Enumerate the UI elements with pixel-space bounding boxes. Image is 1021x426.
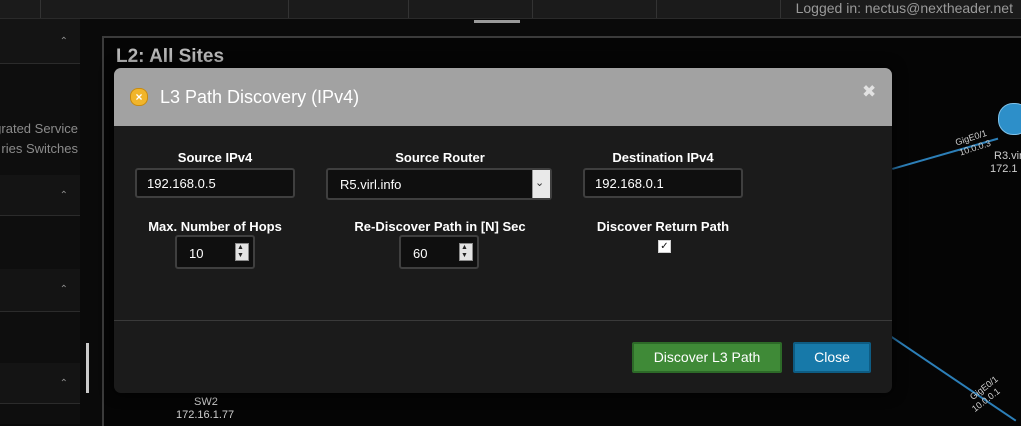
resize-handle[interactable]	[474, 20, 520, 23]
arrow-up-icon[interactable]: ▲	[461, 244, 468, 252]
top-bar-segment[interactable]	[408, 0, 533, 18]
discover-l3-path-button[interactable]: Discover L3 Path	[632, 342, 782, 373]
sidebar-item-label[interactable]: grated Service	[0, 121, 78, 136]
destination-ipv4-label: Destination IPv4	[612, 150, 714, 165]
dialog-body: Source IPv4 Source Router Destination IP…	[114, 126, 892, 321]
node-name[interactable]: R3.vir	[994, 150, 1021, 162]
l3-path-discovery-dialog: × L3 Path Discovery (IPv4) ✖ Source IPv4…	[114, 68, 892, 393]
node-name[interactable]: SW2	[194, 396, 218, 408]
top-bar-segment[interactable]	[288, 0, 409, 18]
close-button[interactable]: Close	[793, 342, 871, 373]
node-ip: 172.1	[990, 163, 1018, 175]
top-bar: Logged in: nectus@nextheader.net	[0, 0, 1021, 19]
scrollbar[interactable]	[86, 343, 89, 393]
destination-ipv4-input[interactable]	[583, 168, 743, 198]
dialog-title: L3 Path Discovery (IPv4)	[160, 87, 360, 107]
rediscover-value: 60	[413, 246, 428, 261]
sidebar-item-label[interactable]: ries Switches	[1, 141, 78, 156]
router-icon[interactable]	[998, 103, 1021, 135]
source-ipv4-label: Source IPv4	[177, 150, 253, 165]
node-ip: 172.16.1.77	[176, 409, 235, 421]
arrow-down-icon[interactable]: ▼	[237, 252, 244, 260]
source-router-label: Source Router	[395, 150, 485, 165]
return-path-label: Discover Return Path	[596, 219, 730, 234]
max-hops-label: Max. Number of Hops	[148, 219, 282, 234]
warning-icon: ×	[130, 88, 148, 106]
sidebar-section[interactable]: ⌃	[0, 269, 80, 312]
max-hops-stepper[interactable]: 10 ▲ ▼	[175, 235, 255, 269]
chevron-up-icon[interactable]: ⌃	[60, 285, 68, 295]
spin-buttons[interactable]: ▲ ▼	[235, 243, 249, 261]
spin-buttons[interactable]: ▲ ▼	[459, 243, 473, 261]
arrow-up-icon[interactable]: ▲	[237, 244, 244, 252]
rediscover-label: Re-Discover Path in [N] Sec	[354, 219, 526, 234]
source-router-select[interactable]: R5.virl.info ⌄	[326, 168, 552, 200]
chevron-down-icon: ⌄	[535, 177, 545, 189]
top-bar-segment[interactable]	[40, 0, 289, 18]
chevron-up-icon[interactable]: ⌃	[60, 37, 68, 47]
rediscover-stepper[interactable]: 60 ▲ ▼	[399, 235, 479, 269]
dropdown-button[interactable]: ⌄	[532, 170, 550, 198]
dialog-header: × L3 Path Discovery (IPv4) ✖	[114, 68, 892, 126]
top-bar-segment[interactable]	[0, 0, 41, 18]
arrow-down-icon[interactable]: ▼	[461, 252, 468, 260]
top-bar-segment[interactable]	[532, 0, 657, 18]
sidebar-section[interactable]: ⌃	[0, 175, 80, 216]
source-ipv4-input[interactable]	[135, 168, 295, 198]
chevron-up-icon[interactable]: ⌃	[60, 191, 68, 201]
return-path-checkbox[interactable]: ✓	[658, 240, 671, 253]
chevron-up-icon[interactable]: ⌃	[60, 379, 68, 389]
sidebar: ⌃ grated Service ries Switches ⌃ ⌃ ⌃	[0, 19, 80, 424]
logged-in-user: Logged in: nectus@nextheader.net	[795, 0, 1013, 16]
sidebar-section[interactable]: ⌃	[0, 19, 80, 64]
max-hops-value: 10	[189, 246, 204, 261]
source-router-value: R5.virl.info	[340, 177, 402, 192]
sidebar-section[interactable]: ⌃	[0, 363, 80, 404]
close-icon[interactable]: ✖	[862, 82, 876, 102]
canvas-title: L2: All Sites	[116, 46, 225, 67]
top-bar-segment[interactable]	[656, 0, 781, 18]
